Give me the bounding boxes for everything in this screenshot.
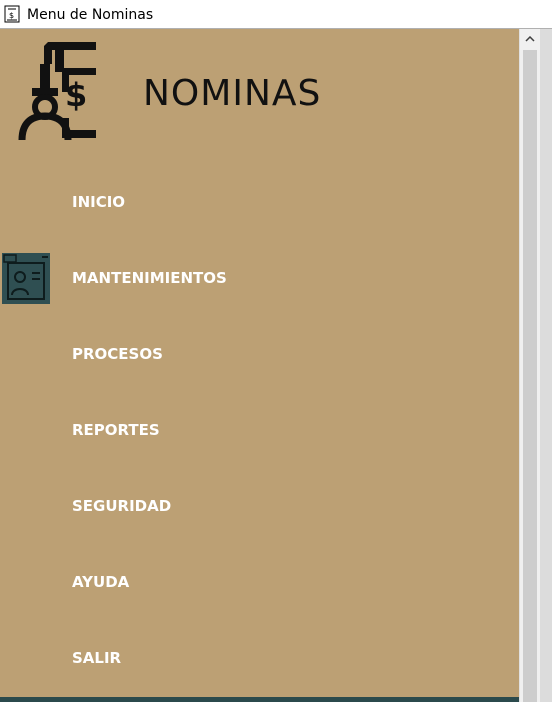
- menu-item-label: MANTENIMIENTOS: [72, 269, 227, 287]
- app-logo-title: NOMINAS: [143, 73, 322, 114]
- vertical-scrollbar[interactable]: [519, 29, 540, 702]
- payroll-app-icon: $: [4, 5, 20, 23]
- menu-item-inicio[interactable]: INICIO: [0, 170, 519, 234]
- menu-item-reportes[interactable]: REPORTES: [0, 398, 519, 462]
- chevron-up-icon[interactable]: [520, 29, 540, 49]
- menu-item-seguridad[interactable]: SEGURIDAD: [0, 474, 519, 538]
- menu-item-salir[interactable]: SALIR: [0, 626, 519, 690]
- menu-item-procesos[interactable]: PROCESOS: [0, 322, 519, 386]
- menu-item-label: AYUDA: [72, 573, 130, 591]
- window-title: Menu de Nominas: [27, 7, 154, 23]
- payroll-logo-icon: $: [18, 42, 96, 141]
- title-bar: $ Menu de Nominas: [0, 0, 552, 29]
- scrollbar-thumb[interactable]: [523, 50, 537, 702]
- menu-item-label: SALIR: [72, 649, 122, 667]
- menu-item-label: SEGURIDAD: [72, 497, 172, 515]
- menu-item-label: INICIO: [72, 193, 126, 211]
- menu-panel: $ NOMINAS INICIO MANTENIMIENTOS PROCESOS…: [0, 29, 519, 699]
- svg-text:$: $: [9, 11, 14, 20]
- window-edge: [540, 29, 552, 702]
- bottom-accent-band: [0, 697, 519, 702]
- menu-item-label: PROCESOS: [72, 345, 163, 363]
- menu-item-label: REPORTES: [72, 421, 160, 439]
- app-window: $ Menu de Nominas $ NOMINAS INICIO MANTE…: [0, 0, 552, 702]
- employee-id-card-icon: [2, 253, 50, 304]
- menu-item-ayuda[interactable]: AYUDA: [0, 550, 519, 614]
- menu-item-mantenimientos[interactable]: MANTENIMIENTOS: [0, 246, 519, 310]
